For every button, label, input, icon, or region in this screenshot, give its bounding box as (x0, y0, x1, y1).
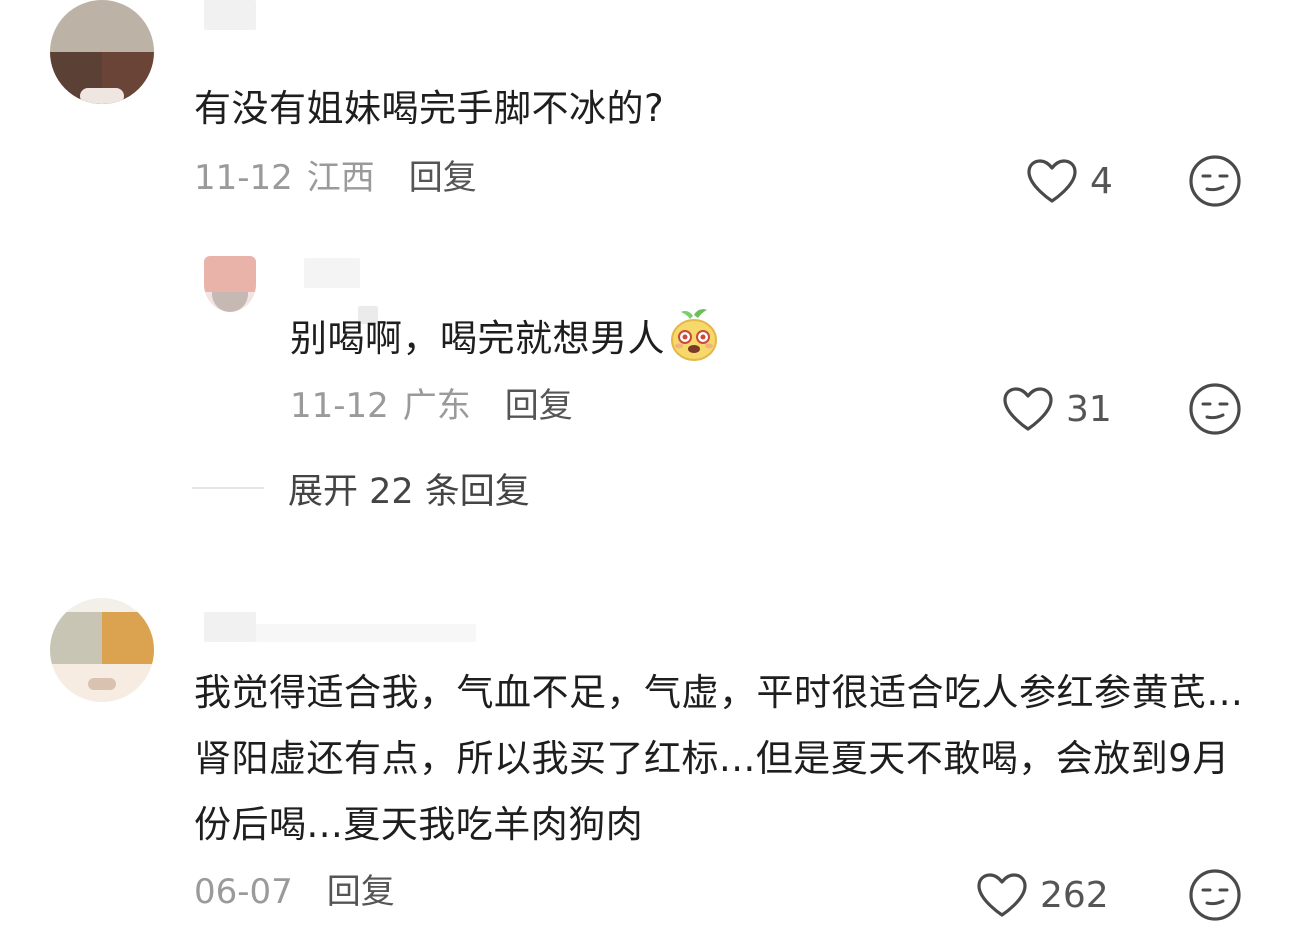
comment-date: 11-12 (194, 158, 293, 198)
comment-date: 06-07 (194, 872, 293, 912)
comment-text: 有没有姐妹喝完手脚不冰的? (194, 87, 665, 130)
reply-button[interactable]: 回复 (409, 158, 477, 198)
mango-face-emoji (671, 309, 717, 361)
reply-location: 广东 (402, 386, 471, 426)
avatar[interactable] (50, 0, 154, 104)
username[interactable] (204, 0, 256, 30)
reply-reply-button[interactable]: 回复 (505, 386, 573, 426)
reply-text: 别喝啊，喝完就想男人 (290, 317, 665, 360)
reply-date: 11-12 (290, 386, 389, 426)
avatar[interactable] (50, 598, 154, 702)
meh-face-icon[interactable] (1188, 382, 1242, 436)
heart-outline-icon (977, 873, 1027, 917)
like-button[interactable]: 262 (976, 870, 1109, 920)
expand-divider (192, 487, 264, 489)
reply-button[interactable]: 回复 (327, 872, 395, 912)
reply-like-button[interactable]: 31 (1002, 384, 1112, 434)
heart-outline-icon (1027, 159, 1077, 203)
username[interactable] (204, 612, 256, 642)
meh-face-icon[interactable] (1188, 154, 1242, 208)
like-count: 262 (1040, 874, 1109, 916)
expand-replies-label: 展开 22 条回复 (288, 471, 530, 512)
reply-like-count: 31 (1066, 388, 1112, 430)
reply-text-row: 别喝啊，喝完就想男人 (290, 306, 850, 372)
comment-meta: 06-07 回复 (194, 872, 395, 912)
meh-face-icon[interactable] (1188, 868, 1242, 922)
reply-avatar[interactable] (204, 256, 256, 312)
expand-replies-button[interactable]: 展开 22 条回复 (192, 468, 530, 512)
reply-meta: 11-12 广东 回复 (290, 386, 573, 426)
reply-username[interactable] (304, 258, 360, 288)
username-fragment (256, 624, 476, 642)
comment-text: 我觉得适合我，气血不足，气虚，平时很适合吃人参红参黄芪... 肾阳虚还有点，所以… (194, 671, 1244, 846)
like-count: 4 (1090, 160, 1113, 202)
comment-meta: 11-12 江西 回复 (194, 158, 477, 198)
heart-outline-icon (1003, 387, 1053, 431)
comment-location: 江西 (306, 158, 375, 198)
like-button[interactable]: 4 (1026, 156, 1113, 206)
